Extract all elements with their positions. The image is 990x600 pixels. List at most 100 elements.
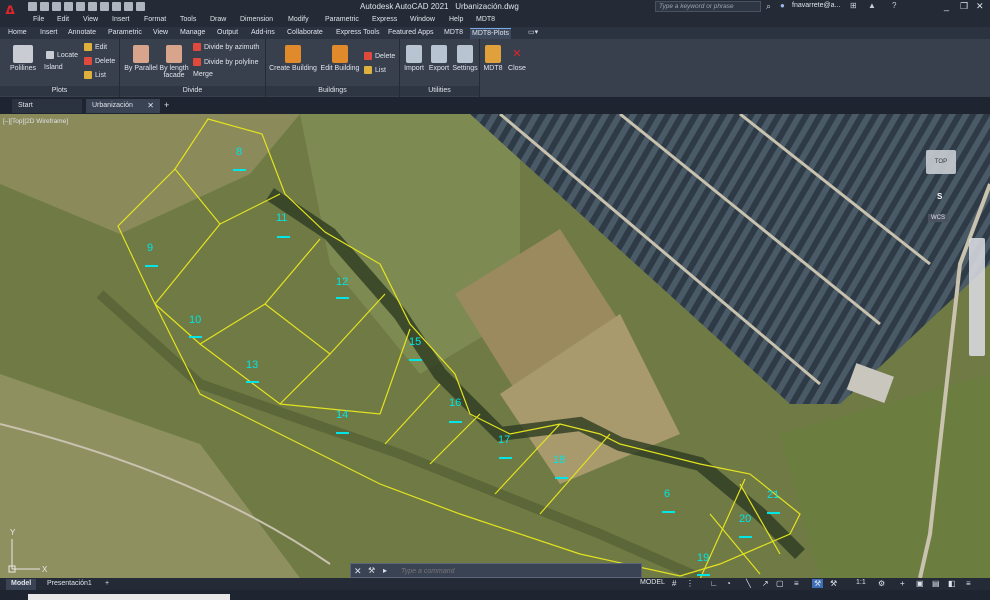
drawing-viewport[interactable]: 8 9 11 12 10 15 13 14 16 17 18 6 21 20 1… xyxy=(0,114,990,578)
minimize-button[interactable]: _ xyxy=(944,1,949,11)
polilines-button[interactable]: Polilines xyxy=(6,45,40,72)
island-button[interactable]: Island xyxy=(44,64,63,71)
create-building-button[interactable]: Create Building xyxy=(268,45,318,72)
save-web-icon[interactable] xyxy=(88,2,97,11)
customization-icon[interactable]: ≡ xyxy=(966,579,971,588)
object-snap-tracking-icon[interactable]: ↗ xyxy=(762,579,769,588)
share-drawing-icon[interactable] xyxy=(136,2,145,11)
parcel-label[interactable]: 19 xyxy=(697,552,709,564)
layout-tab-model[interactable]: Model xyxy=(6,579,37,590)
annotation-visibility-icon[interactable]: ⚒ xyxy=(812,579,824,588)
tab-mdt8-plots[interactable]: MDT8-Plots xyxy=(470,28,511,39)
tab-parametric[interactable]: Parametric xyxy=(106,28,144,39)
parcel-label[interactable]: 18 xyxy=(553,454,565,466)
close-mdt8-button[interactable]: ✕ Close xyxy=(506,45,528,72)
grid-icon[interactable]: # xyxy=(672,579,676,588)
parcel-label[interactable]: 8 xyxy=(236,146,242,158)
list-building-button[interactable]: List xyxy=(364,66,386,74)
file-tab-urbanizacion[interactable]: Urbanización ✕ xyxy=(86,99,160,113)
parcel-label[interactable]: 9 xyxy=(147,242,153,254)
list-plot-button[interactable]: List xyxy=(84,71,106,79)
settings-button[interactable]: Settings xyxy=(451,45,479,72)
annotation-scale[interactable]: 1:1 xyxy=(856,579,866,586)
divide-by-polyline-button[interactable]: Divide by polyline xyxy=(193,58,258,66)
parcel-label[interactable]: 13 xyxy=(246,359,258,371)
parcel-label[interactable]: 20 xyxy=(739,513,751,525)
import-button[interactable]: Import xyxy=(402,45,426,72)
menu-help[interactable]: Help xyxy=(449,16,463,23)
parcel-label[interactable]: 11 xyxy=(276,212,287,224)
divide-by-azimuth-button[interactable]: Divide by azimuth xyxy=(193,43,259,51)
tab-output[interactable]: Output xyxy=(215,28,240,39)
tab-insert[interactable]: Insert xyxy=(38,28,60,39)
navigation-bar[interactable] xyxy=(969,238,985,356)
a360-icon[interactable]: ▲ xyxy=(868,1,876,10)
ortho-icon[interactable]: ∟ xyxy=(710,579,718,588)
wcs-menu[interactable]: WCS xyxy=(928,214,948,222)
tab-express-tools[interactable]: Express Tools xyxy=(334,28,381,39)
close-command-line-icon[interactable]: ✕ xyxy=(354,566,362,577)
delete-plot-button[interactable]: Delete xyxy=(84,57,115,65)
parcel-label[interactable]: 15 xyxy=(409,336,421,348)
workspace-gear-icon[interactable]: ⚙ xyxy=(878,579,885,588)
open-icon[interactable] xyxy=(40,2,49,11)
layout-tab-presentacion1[interactable]: Presentación1 xyxy=(42,579,97,590)
snap-icon[interactable]: ⋮ xyxy=(686,579,694,588)
command-input[interactable] xyxy=(401,565,631,577)
parcel-label[interactable]: 14 xyxy=(336,409,348,421)
close-button[interactable]: ✕ xyxy=(976,1,984,12)
model-space-toggle[interactable]: MODEL xyxy=(640,579,665,586)
menu-file[interactable]: File xyxy=(33,16,44,23)
wrench-icon[interactable]: ⚒ xyxy=(368,566,375,575)
annotation-monitor-icon[interactable]: + xyxy=(900,579,905,588)
tab-collaborate[interactable]: Collaborate xyxy=(285,28,325,39)
by-length-facade-button[interactable]: By length facade xyxy=(158,45,190,79)
by-parallel-button[interactable]: By Parallel xyxy=(122,45,160,72)
menu-express[interactable]: Express xyxy=(372,16,397,23)
add-layout-button[interactable]: + xyxy=(100,579,114,590)
mdt8-button[interactable]: MDT8 xyxy=(482,45,504,72)
new-icon[interactable] xyxy=(28,2,37,11)
isolate-objects-icon[interactable]: ◧ xyxy=(948,579,956,588)
save-icon[interactable] xyxy=(52,2,61,11)
tab-manage[interactable]: Manage xyxy=(178,28,207,39)
parcel-label[interactable]: 17 xyxy=(498,434,510,446)
edit-building-button[interactable]: Edit Building xyxy=(318,45,362,72)
restore-button[interactable]: ❐ xyxy=(960,1,968,12)
redo-icon[interactable] xyxy=(124,2,133,11)
menu-dimension[interactable]: Dimension xyxy=(240,16,273,23)
isodraft-icon[interactable]: ╲ xyxy=(746,579,751,588)
parcel-label[interactable]: 6 xyxy=(664,488,670,500)
tab-options-icon[interactable]: ▭▾ xyxy=(526,28,540,39)
viewcube[interactable]: TOP xyxy=(926,150,956,174)
osnap-icon[interactable]: ▢ xyxy=(776,579,784,588)
menu-mdt8[interactable]: MDT8 xyxy=(476,16,495,23)
open-web-icon[interactable] xyxy=(76,2,85,11)
units-icon[interactable]: ▣ xyxy=(916,579,924,588)
menu-window[interactable]: Window xyxy=(410,16,435,23)
close-tab-icon[interactable]: ✕ xyxy=(147,99,154,112)
polar-icon[interactable]: ◔ xyxy=(726,579,731,588)
lineweight-icon[interactable]: ≡ xyxy=(794,579,799,588)
search-input[interactable]: Type a keyword or phrase xyxy=(655,1,761,12)
locate-button[interactable]: Locate xyxy=(46,51,78,59)
user-icon[interactable]: ● xyxy=(780,1,785,10)
menu-draw[interactable]: Draw xyxy=(210,16,226,23)
menu-insert[interactable]: Insert xyxy=(112,16,130,23)
parcel-label[interactable]: 21 xyxy=(767,489,779,501)
menu-modify[interactable]: Modify xyxy=(288,16,309,23)
parcel-label[interactable]: 16 xyxy=(449,397,461,409)
tab-mdt8[interactable]: MDT8 xyxy=(442,28,465,39)
save-as-icon[interactable] xyxy=(64,2,73,11)
plot-icon[interactable] xyxy=(100,2,109,11)
autoscale-icon[interactable]: ⚒ xyxy=(830,579,837,588)
delete-building-button[interactable]: Delete xyxy=(364,52,395,60)
help-icon[interactable]: ? xyxy=(892,1,896,10)
menu-parametric[interactable]: Parametric xyxy=(325,16,359,23)
menu-tools[interactable]: Tools xyxy=(180,16,196,23)
cart-icon[interactable]: ⊞ xyxy=(850,1,857,10)
tab-view[interactable]: View xyxy=(151,28,170,39)
menu-edit[interactable]: Edit xyxy=(57,16,69,23)
parcel-label[interactable]: 10 xyxy=(189,314,201,326)
viewport-controls-label[interactable]: [–][Top][2D Wireframe] xyxy=(3,118,68,125)
